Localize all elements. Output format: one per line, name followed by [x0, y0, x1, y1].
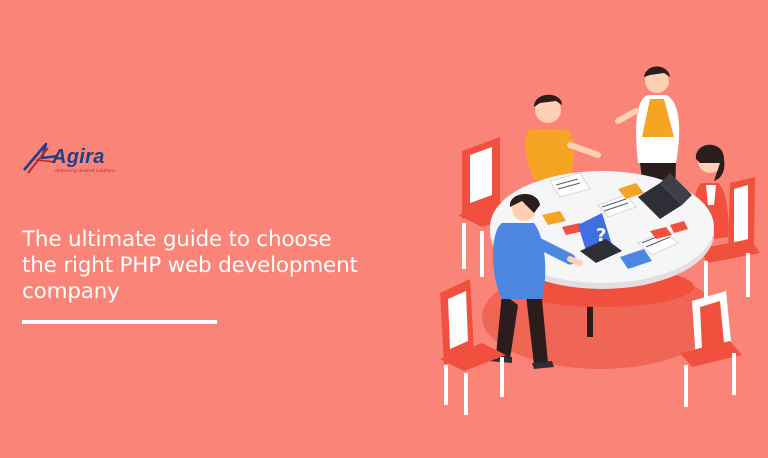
headline-line: company [22, 279, 120, 304]
page-headline: The ultimate guide to choose the right P… [22, 227, 442, 305]
headline-line: The ultimate guide to choose [22, 227, 332, 252]
agira-logo[interactable]: Agira delivering desired solutions [22, 140, 132, 180]
team-meeting-illustration: ? [440, 66, 760, 415]
headline-line: the right PHP web development [22, 253, 358, 278]
hero-banner: Agira delivering desired solutions The u… [0, 0, 768, 458]
headline-underline [22, 320, 217, 324]
question-mark-icon: ? [596, 225, 606, 246]
logo-wordmark: Agira [52, 146, 105, 168]
person-orange-shirt [525, 94, 601, 179]
logo-tagline: delivering desired solutions [55, 169, 116, 174]
